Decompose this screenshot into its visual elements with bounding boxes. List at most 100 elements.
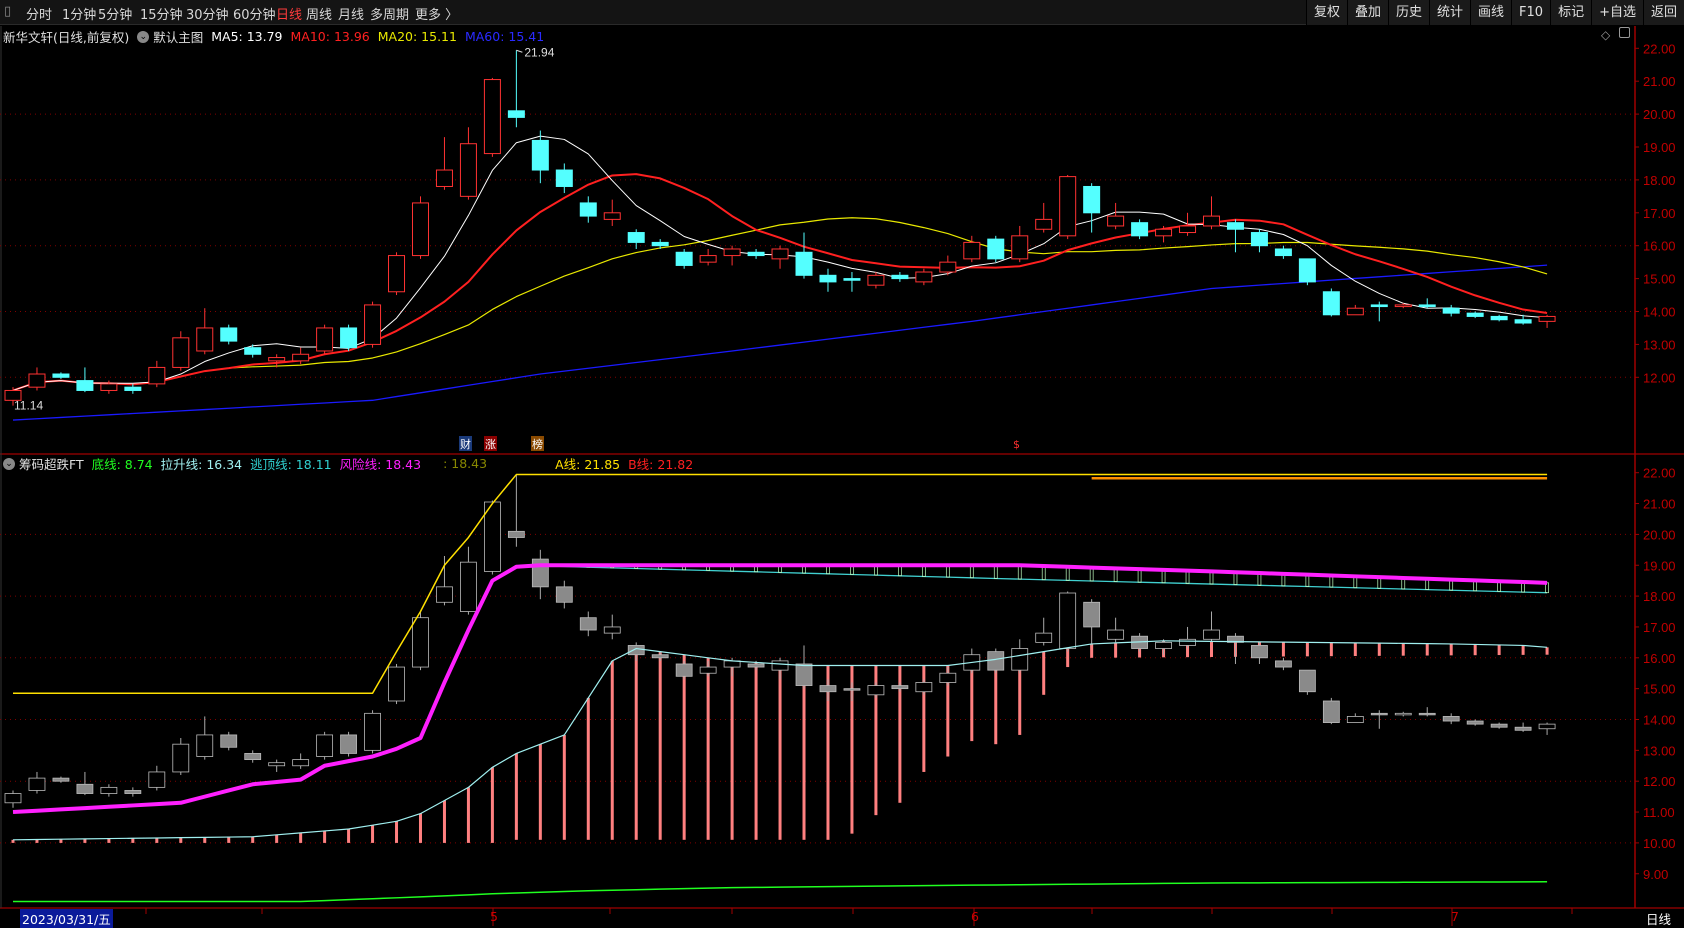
lift-bar [442,800,446,843]
candle-up [1179,225,1197,234]
lift-bar [1545,647,1549,655]
indicator-candle [4,793,22,804]
indicator-candle [388,666,405,702]
axis-label: 21.00 [1643,74,1676,89]
lift-bar [179,837,183,843]
lift-bar [395,821,399,843]
candle-down [220,327,238,342]
axis-label: 12.00 [1643,370,1676,385]
candle-up [1203,215,1220,227]
lift-bar [538,744,542,840]
lift-bar [131,838,135,843]
escape-marker [1065,566,1070,581]
event-marker[interactable]: 榜 [532,437,543,451]
indicator-candle [1346,716,1364,723]
candle-up [28,373,46,388]
month-label: 7 [1451,909,1459,924]
lift-bar [227,837,231,843]
escape-marker [1041,565,1046,581]
indicator-candle [244,753,262,761]
candle-down [795,251,813,276]
axis-label: 17.00 [1643,206,1676,221]
candle-up [771,248,789,260]
candle-down [579,202,597,217]
indicator-candle [436,586,453,603]
candle-up [1011,235,1029,260]
escape-marker [1017,564,1022,580]
candle-down [627,232,645,243]
indicator-candle [795,663,813,686]
candle-down [1466,312,1484,317]
low-price-label: 11.14 [14,399,43,413]
lift-bar [778,663,782,840]
lift-bar [682,654,686,840]
candle-up [364,304,382,345]
axis-label: 13.00 [1643,743,1676,758]
indicator-candle [843,688,861,691]
lift-bar [1281,642,1285,657]
lift-bar [658,651,662,840]
indicator-candle [100,786,118,794]
candle-up [723,248,741,257]
candle-down [76,380,94,391]
candle-up [1059,176,1077,237]
lift-bar [1449,643,1453,656]
candle-up [100,383,118,391]
axis-label: 14.00 [1643,713,1676,728]
axis-label: 19.00 [1643,140,1676,155]
indicator-candle [196,734,214,757]
candle-up [172,337,190,368]
candle-up [411,202,429,257]
price-chart[interactable]: 22.00 21.00 20.00 19.00 18.00 17.00 16.00 15.00… [0,0,1684,928]
axis-label: 18.00 [1643,173,1676,188]
indicator-candle [28,777,46,791]
axis-label: 20.00 [1643,107,1676,122]
indicator-candle [987,651,1005,671]
axis-label: 11.00 [1643,805,1675,820]
lift-bar [299,832,303,843]
indicator-candle [699,666,717,674]
indicator-candle [460,561,477,612]
lift-bar [634,648,638,840]
lift-bar [514,753,518,840]
lift-bar [754,662,758,840]
indicator-candle [1035,632,1053,643]
indicator-candle [1538,723,1556,730]
indicator-candle [172,743,190,773]
candle-up [388,255,406,293]
candle-up [292,353,310,362]
axis-label: 16.00 [1643,239,1676,254]
lift-bar [418,813,422,843]
lift-bar [1353,642,1357,657]
candle-up [196,327,214,352]
lift-bar [1042,651,1046,695]
lift-bar [323,830,327,843]
indicator-candle [268,762,286,767]
indicator-candle [1059,592,1077,649]
lift-bar [203,837,207,843]
month-label: 5 [490,909,498,924]
candle-down [507,110,525,118]
axis-label: 20.00 [1643,527,1676,542]
lift-bar [347,829,351,843]
lift-bar [586,697,590,840]
month-label: 6 [971,909,979,924]
lift-bar [562,734,566,840]
indicator-candle [507,530,525,538]
indicator-candle [52,777,70,782]
event-marker[interactable]: 财 [460,437,471,451]
lift-bar [1114,642,1118,658]
event-marker[interactable]: 涨 [485,438,496,451]
period-label: 日线 [1646,912,1672,927]
indicator-candle [555,586,573,603]
candle-down [1514,319,1532,324]
candle-up [435,169,453,187]
event-marker: $ [1013,438,1020,451]
candle-down [843,278,861,281]
candle-up [867,274,885,286]
lift-bar [251,836,255,843]
indicator-candle [915,682,933,693]
indicator-candle [771,660,789,671]
candle-up [699,255,717,263]
indicator-candle [867,685,885,696]
